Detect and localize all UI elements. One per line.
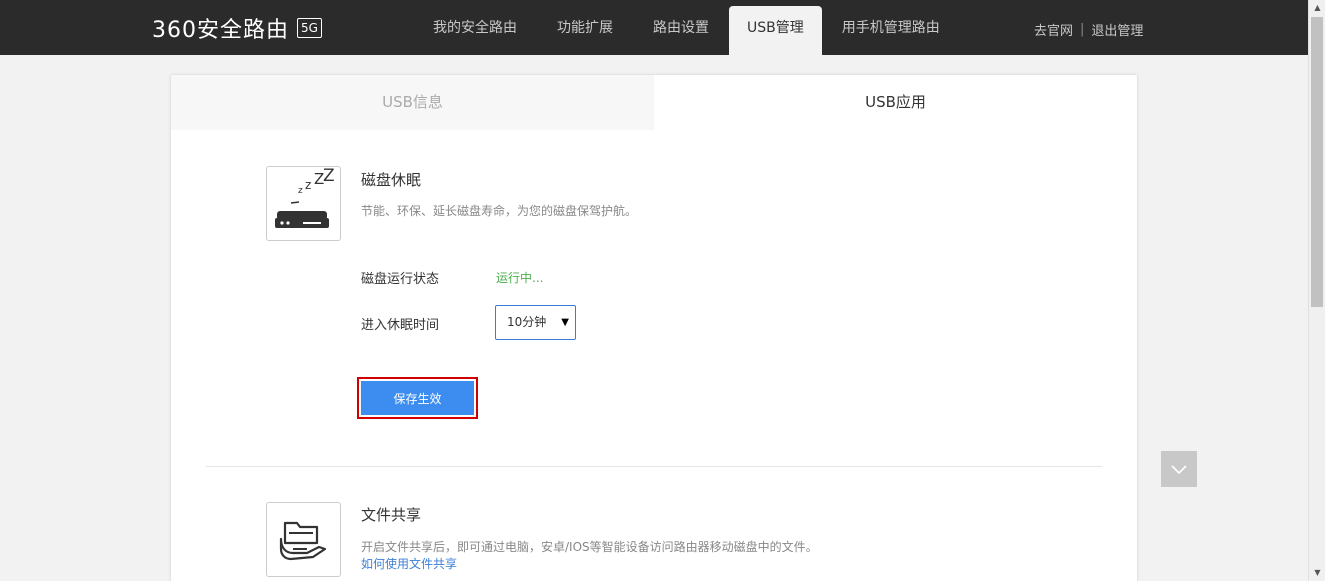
logo-text: 360安全路由 bbox=[152, 18, 289, 43]
tab-usb-info[interactable]: USB信息 bbox=[171, 75, 654, 130]
svg-text:z: z bbox=[298, 186, 303, 196]
main-nav: 我的安全路由 功能扩展 路由设置 USB管理 用手机管理路由 bbox=[413, 6, 960, 55]
dropdown-arrow-icon: ▼ bbox=[561, 317, 569, 328]
link-separator: | bbox=[1080, 22, 1085, 37]
scroll-down-button[interactable] bbox=[1161, 451, 1197, 487]
disk-status-value: 运行中... bbox=[496, 271, 544, 285]
chevron-down-icon bbox=[1171, 465, 1187, 475]
disk-sleep-description: 节能、环保、延长磁盘寿命，为您的磁盘保驾护航。 bbox=[361, 204, 638, 218]
section-divider bbox=[206, 466, 1102, 467]
sleep-time-value: 10分钟 bbox=[507, 315, 547, 329]
logo-5g-badge: 5G bbox=[297, 18, 322, 38]
disk-sleep-title: 磁盘休眠 bbox=[361, 171, 422, 189]
svg-text:Z: Z bbox=[323, 167, 335, 186]
tab-usb-apps[interactable]: USB应用 bbox=[654, 75, 1137, 130]
file-share-title: 文件共享 bbox=[361, 506, 422, 524]
save-button[interactable]: 保存生效 bbox=[361, 381, 474, 415]
top-navigation-bar: 360安全路由 5G 我的安全路由 功能扩展 路由设置 USB管理 用手机管理路… bbox=[0, 0, 1308, 55]
logout-link[interactable]: 退出管理 bbox=[1091, 20, 1143, 39]
nav-usb-management[interactable]: USB管理 bbox=[729, 6, 822, 55]
official-site-link[interactable]: 去官网 bbox=[1034, 20, 1073, 39]
nav-extensions[interactable]: 功能扩展 bbox=[537, 6, 633, 55]
sleep-time-label: 进入休眠时间 bbox=[361, 318, 440, 333]
nav-my-router[interactable]: 我的安全路由 bbox=[413, 6, 537, 55]
file-share-icon bbox=[266, 502, 341, 577]
scroll-down-arrow-icon[interactable]: ▼ bbox=[1309, 565, 1325, 581]
scroll-up-arrow-icon[interactable]: ▲ bbox=[1309, 0, 1325, 16]
header-links: 去官网 | 退出管理 bbox=[1034, 20, 1143, 39]
page-scrollbar[interactable]: ▲ ▼ bbox=[1308, 0, 1325, 581]
scroll-thumb[interactable] bbox=[1311, 17, 1323, 307]
file-share-description: 开启文件共享后，即可通过电脑，安卓/IOS等智能设备访问路由器移动磁盘中的文件。 bbox=[361, 540, 818, 554]
disk-sleep-icon: z z Z Z bbox=[266, 166, 341, 241]
disk-status-label: 磁盘运行状态 bbox=[361, 272, 440, 287]
brand-logo: 360安全路由 5G bbox=[152, 14, 322, 43]
nav-router-settings[interactable]: 路由设置 bbox=[633, 6, 729, 55]
svg-text:z: z bbox=[305, 178, 311, 192]
file-share-help-link[interactable]: 如何使用文件共享 bbox=[361, 555, 457, 572]
usb-tabs: USB信息 USB应用 bbox=[171, 75, 1137, 130]
sleep-time-select[interactable]: 10分钟 ▼ bbox=[495, 305, 576, 340]
usb-panel: USB信息 USB应用 z z Z Z 磁盘休眠 节能、环保、延长磁盘寿命，为您… bbox=[171, 75, 1137, 581]
nav-mobile-management[interactable]: 用手机管理路由 bbox=[822, 6, 960, 55]
